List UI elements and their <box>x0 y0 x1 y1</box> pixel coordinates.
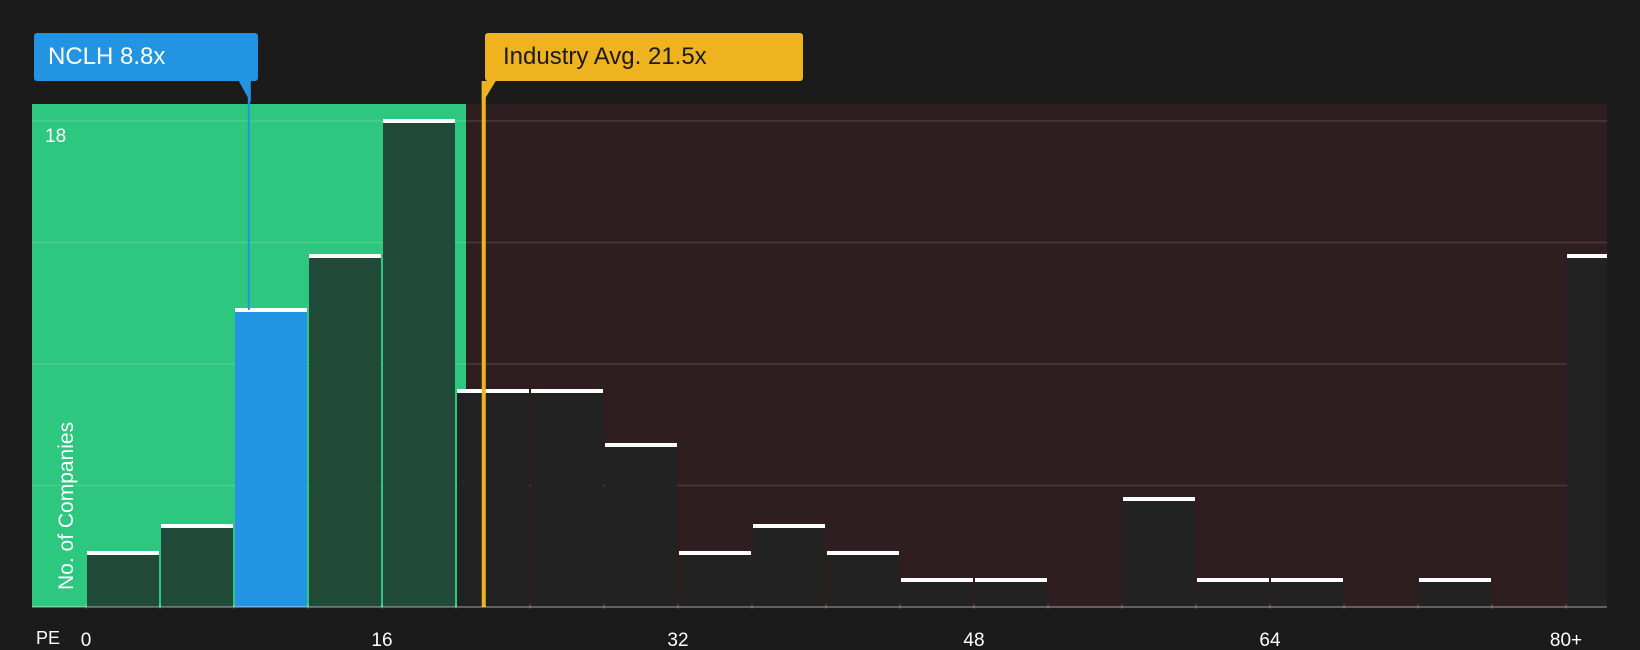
y-axis-label: No. of Companies <box>55 421 78 590</box>
x-tick-label: 0 <box>81 630 92 650</box>
x-tick-label: 64 <box>1259 630 1281 650</box>
x-tick-label: 80+ <box>1550 630 1582 650</box>
histogram-bar <box>901 580 973 607</box>
x-ticks: 0 16 32 48 64 80+ <box>81 604 1582 650</box>
x-axis-label: PE <box>36 628 61 648</box>
bar-cap <box>827 551 899 555</box>
company-pe-callout: NCLH 8.8x <box>34 33 258 81</box>
histogram-bar <box>235 310 307 607</box>
bar-cap <box>1197 578 1269 582</box>
bar-cap <box>309 254 381 258</box>
bar-cap <box>235 308 307 312</box>
industry-avg-callout: Industry Avg. 21.5x <box>485 33 803 81</box>
bar-cap <box>1123 497 1195 501</box>
histogram-bar <box>383 121 455 607</box>
x-tick-label: 32 <box>667 630 688 650</box>
bar-cap <box>1419 578 1491 582</box>
histogram-bar <box>605 445 677 607</box>
bar-cap <box>1567 254 1607 258</box>
histogram-bar <box>309 256 381 607</box>
bar-cap <box>87 551 159 555</box>
bar-cap <box>605 443 677 447</box>
histogram-bar <box>1271 580 1343 607</box>
bar-cap <box>753 524 825 528</box>
x-tick-label: 48 <box>963 630 984 650</box>
bar-cap <box>901 578 973 582</box>
histogram-bar <box>457 391 529 607</box>
histogram-bar <box>1567 256 1607 607</box>
histogram-bar <box>827 553 899 607</box>
bar-cap <box>383 119 455 123</box>
y-max-tick-label: 18 <box>45 126 67 147</box>
bar-cap <box>457 389 529 393</box>
histogram-bar <box>679 553 751 607</box>
bar-cap <box>975 578 1047 582</box>
bar-cap <box>679 551 751 555</box>
histogram-bar <box>1123 499 1195 607</box>
x-tick-label: 16 <box>371 630 392 650</box>
histogram-bar <box>1197 580 1269 607</box>
bar-cap <box>1271 578 1343 582</box>
histogram-bar <box>753 526 825 607</box>
bar-cap <box>531 389 603 393</box>
histogram-bar <box>161 526 233 607</box>
histogram-bar <box>531 391 603 607</box>
histogram-bar <box>975 580 1047 607</box>
bar-cap <box>161 524 233 528</box>
histogram-bar <box>87 553 159 607</box>
pe-distribution-chart: 0 16 32 48 64 80+ <box>32 81 1607 650</box>
histogram-bar <box>1419 580 1491 607</box>
